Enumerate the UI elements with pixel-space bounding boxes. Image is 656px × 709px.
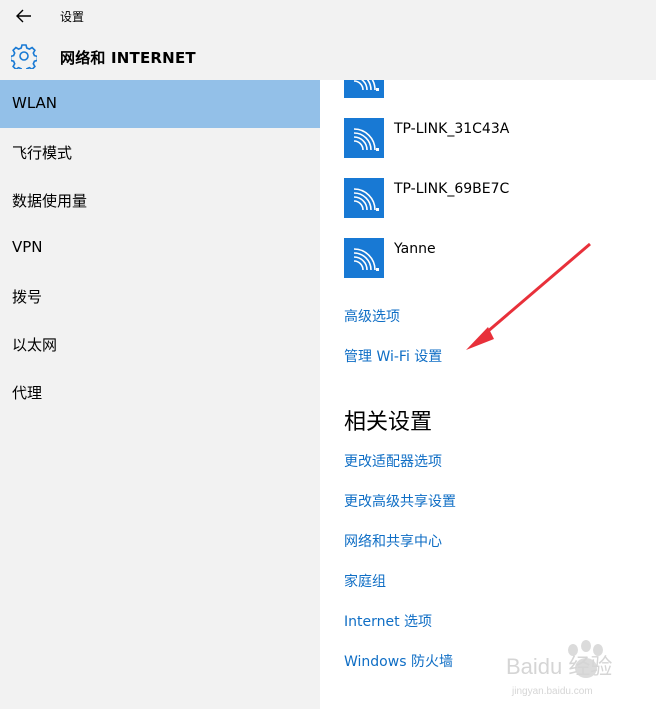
baidu-watermark: Baidu 经验 jingyan.baidu.com (506, 640, 612, 697)
watermark-brand: Baidu 经验 (506, 654, 612, 679)
annotation-arrow (466, 242, 591, 350)
watermark-url: jingyan.baidu.com (511, 686, 593, 697)
